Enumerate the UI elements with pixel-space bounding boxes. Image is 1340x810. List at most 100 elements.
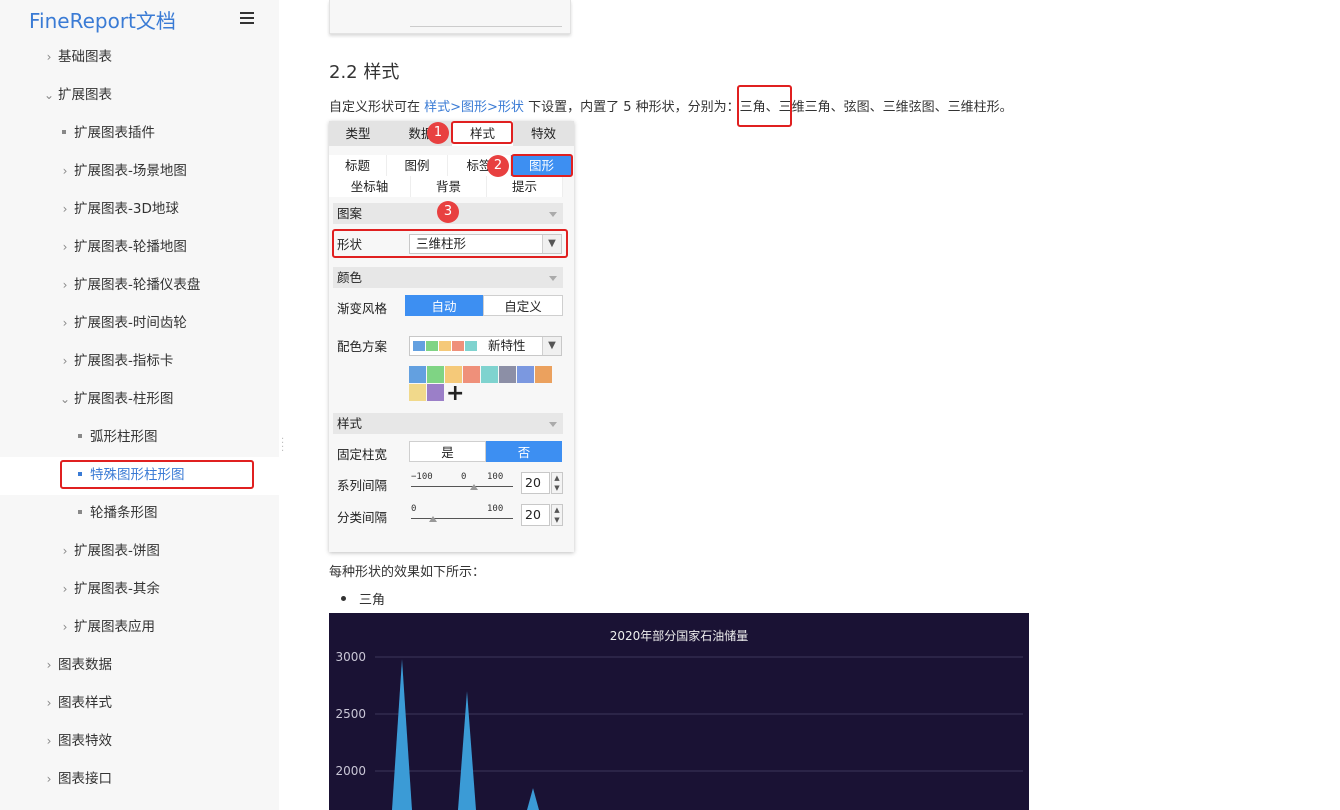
section-heading: 2.2 样式 [329, 62, 400, 83]
sidebar-item[interactable]: › 图表接口 [42, 760, 112, 798]
color-swatch[interactable] [463, 366, 480, 383]
collapse-arrow-icon [549, 276, 557, 281]
sidebar: FineReport文档 › 基础图表 ⌄ 扩展图表 扩展图表插件 › 扩展图表-场景地图 ›… [0, 0, 279, 810]
color-swatch[interactable] [517, 366, 534, 383]
add-color-icon[interactable]: + [446, 383, 464, 405]
section-style[interactable]: 样式 [333, 413, 563, 434]
sidebar-item[interactable]: › 扩展图表-指标卡 [58, 342, 174, 380]
subtab-axis[interactable]: 坐标轴 [329, 176, 411, 197]
sidebar-item[interactable]: › 扩展图表-饼图 [58, 532, 160, 570]
slider-min: 0 [411, 504, 417, 514]
color-swatch[interactable] [535, 366, 552, 383]
scheme-value: 新特性 [488, 338, 526, 353]
sidebar-item-label: 基础图表 [58, 49, 112, 65]
sidebar-item[interactable]: › 扩展图表-3D地球 [58, 190, 179, 228]
sidebar-item-label: 扩展图表插件 [74, 125, 155, 141]
sidebar-item[interactable]: 弧形柱形图 [78, 418, 158, 456]
scheme-preview-swatch [426, 341, 438, 351]
slider-thumb[interactable] [470, 484, 478, 490]
chevron-down-icon[interactable]: ▼ [542, 235, 561, 253]
sidebar-item[interactable]: 轮播条形图 [78, 494, 158, 532]
subtab-tooltip[interactable]: 提示 [487, 176, 563, 197]
chevron-down-icon[interactable]: ⌄ [58, 380, 72, 418]
chart-canvas: 3000 2500 2000 [335, 650, 1023, 810]
sidebar-item[interactable]: ⌄ 扩展图表-柱形图 [58, 380, 173, 418]
chevron-right-icon[interactable]: › [58, 342, 72, 380]
fixed-width-no-button[interactable]: 否 [486, 441, 562, 462]
annotation-red-box [451, 121, 513, 144]
scheme-preview-swatch [439, 341, 451, 351]
color-swatch[interactable] [481, 366, 498, 383]
color-swatch[interactable] [427, 384, 444, 401]
triangle-bar [458, 691, 476, 810]
sidebar-item[interactable]: › 扩展图表-轮播地图 [58, 228, 187, 266]
effects-intro: 每种形状的效果如下所示： [329, 565, 486, 580]
section-color[interactable]: 颜色 [333, 267, 563, 288]
slider-thumb[interactable] [429, 516, 437, 522]
y-tick-label: 3000 [335, 650, 366, 664]
annotation-red-box [737, 85, 792, 127]
series-gap-slider[interactable]: −100 0 100 [411, 472, 513, 492]
tab-type[interactable]: 类型 [329, 121, 387, 146]
sidebar-item[interactable]: › 扩展图表应用 [58, 608, 155, 646]
color-swatch[interactable] [409, 366, 426, 383]
list-item-text: 三角 [359, 593, 386, 608]
step-badge-3: 3 [437, 201, 459, 223]
color-swatch[interactable] [427, 366, 444, 383]
chevron-right-icon[interactable]: › [58, 532, 72, 570]
style-path-link[interactable]: 样式>图形>形状 [424, 100, 524, 115]
color-scheme-select[interactable]: 新特性 ▼ [409, 336, 562, 356]
para-text: 自定义形状可在 [329, 100, 425, 115]
chevron-right-icon[interactable]: › [58, 228, 72, 266]
sidebar-item[interactable]: › 扩展图表-其余 [58, 570, 160, 608]
sidebar-item-label: 扩展图表-轮播地图 [74, 239, 187, 255]
stepper-arrows-icon[interactable]: ▲ ▼ [551, 472, 563, 494]
series-gap-stepper[interactable]: 20 ▲ ▼ [521, 472, 565, 494]
chevron-right-icon[interactable]: › [42, 760, 56, 798]
chevron-right-icon[interactable]: › [58, 190, 72, 228]
sidebar-item[interactable]: › 图表数据 [42, 646, 112, 684]
stepper-value[interactable]: 20 [521, 472, 550, 494]
sidebar-item[interactable]: › 基础图表 [42, 38, 112, 76]
shape-select[interactable]: 三维柱形 ▼ [409, 234, 562, 254]
gradient-auto-button[interactable]: 自动 [405, 295, 483, 316]
color-swatch[interactable] [409, 384, 426, 401]
subtab-background[interactable]: 背景 [411, 176, 487, 197]
chevron-right-icon[interactable]: › [58, 608, 72, 646]
bullet-dot-icon [62, 130, 66, 134]
sidebar-item[interactable]: › 图表样式 [42, 684, 112, 722]
sidebar-item[interactable]: 扩展图表插件 [62, 114, 155, 152]
stepper-value[interactable]: 20 [521, 504, 550, 526]
sidebar-item[interactable]: › 扩展图表-场景地图 [58, 152, 187, 190]
gradient-custom-button[interactable]: 自定义 [483, 295, 563, 316]
chevron-right-icon[interactable]: › [42, 646, 56, 684]
subtab-title[interactable]: 标题 [329, 155, 387, 176]
site-logo[interactable]: FineReport文档 [29, 5, 176, 34]
chevron-right-icon[interactable]: › [42, 722, 56, 760]
chevron-right-icon[interactable]: › [58, 152, 72, 190]
subtab-legend[interactable]: 图例 [387, 155, 448, 176]
chevron-right-icon[interactable]: › [58, 304, 72, 342]
sidebar-item-label: 图表特效 [58, 733, 112, 749]
chevron-right-icon[interactable]: › [42, 38, 56, 76]
bullet-dot-icon [78, 434, 82, 438]
triangle-chart: 2020年部分国家石油储量 3000 2500 2000 [329, 613, 1029, 810]
fixed-width-yes-button[interactable]: 是 [409, 441, 486, 462]
sidebar-item[interactable]: › 图表特效 [42, 722, 112, 760]
category-gap-slider[interactable]: 0 100 [411, 504, 513, 524]
slider-min: −100 [411, 472, 433, 482]
menu-toggle-icon[interactable] [240, 12, 254, 24]
sidebar-item[interactable]: ⌄ 扩展图表 [42, 76, 112, 114]
chevron-down-icon[interactable]: ▼ [542, 337, 561, 355]
stepper-arrows-icon[interactable]: ▲ ▼ [551, 504, 563, 526]
chevron-right-icon[interactable]: › [42, 684, 56, 722]
category-gap-stepper[interactable]: 20 ▲ ▼ [521, 504, 565, 526]
tab-effects[interactable]: 特效 [513, 121, 574, 146]
sidebar-item[interactable]: › 扩展图表-轮播仪表盘 [58, 266, 201, 304]
chevron-down-icon[interactable]: ⌄ [42, 76, 56, 114]
color-swatch[interactable] [499, 366, 516, 383]
chevron-right-icon[interactable]: › [58, 570, 72, 608]
sidebar-item[interactable]: › 扩展图表-时间齿轮 [58, 304, 187, 342]
chevron-right-icon[interactable]: › [58, 266, 72, 304]
shape-label: 形状 [337, 237, 363, 252]
